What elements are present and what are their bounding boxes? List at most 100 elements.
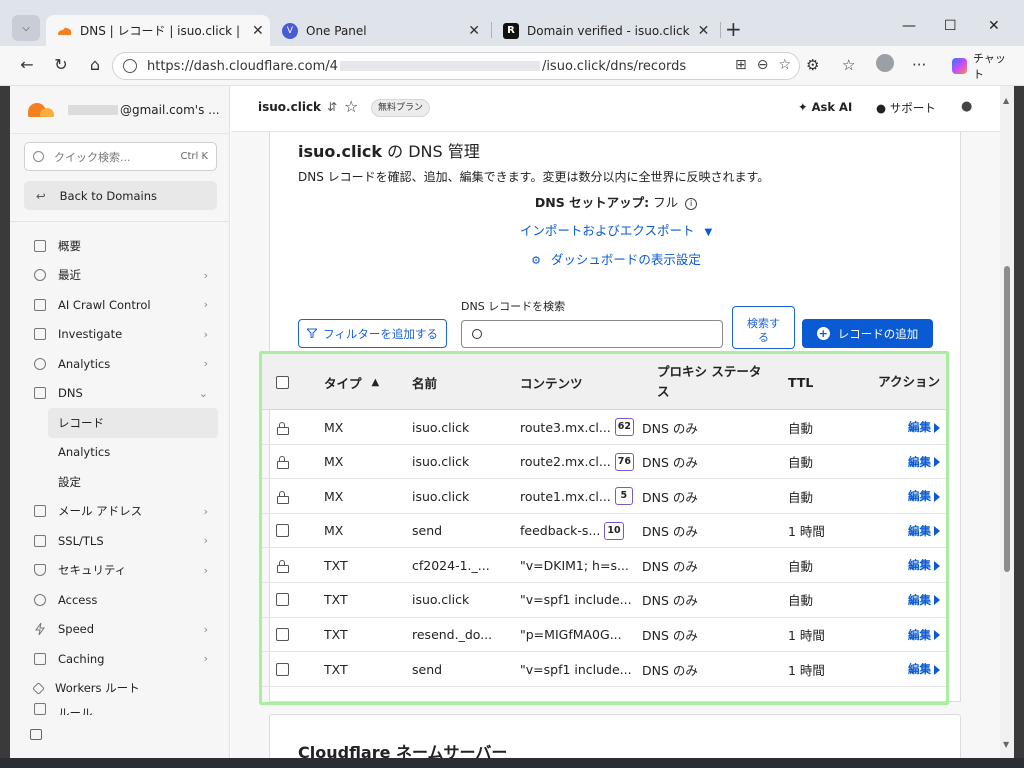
record-ttl: 自動	[788, 445, 813, 479]
search-button[interactable]: 検索する	[732, 306, 795, 349]
edit-record-link[interactable]: 編集	[908, 479, 940, 513]
table-row[interactable]: TXT isuo.click "v=spf1 include... DNS のみ 自動 編…	[262, 583, 946, 618]
dashboard-display-settings-link[interactable]: ⚙ ダッシュボードの表示設定	[270, 249, 962, 268]
refresh-icon[interactable]: ↻	[50, 55, 72, 74]
sidebar-item-email[interactable]: メール アドレス ›	[10, 497, 230, 527]
row-checkbox[interactable]	[276, 514, 289, 548]
column-name[interactable]: 名前	[412, 354, 437, 410]
dns-records-search-input[interactable]	[461, 320, 723, 348]
app-available-icon[interactable]: ⊞	[735, 57, 747, 73]
edit-record-link[interactable]: 編集	[908, 548, 940, 582]
info-icon[interactable]: i	[685, 197, 698, 210]
table-row[interactable]: TXT cf2024-1._... "v=DKIM1; h=s... DNS のみ 自動…	[262, 548, 946, 583]
sidebar-subitem-dns-analytics[interactable]: Analytics	[10, 438, 230, 468]
record-proxy-status: DNS のみ	[642, 548, 698, 582]
column-content[interactable]: コンテンツ	[520, 354, 583, 410]
page-scrollbar[interactable]: ▲ ▼	[1000, 86, 1014, 758]
more-options-icon[interactable]: ···	[912, 56, 926, 74]
sidebar-item-speed[interactable]: Speed ›	[10, 615, 230, 645]
edit-record-link[interactable]: 編集	[908, 652, 940, 686]
zoom-icon[interactable]: ⊖	[757, 57, 769, 73]
scrollbar-thumb[interactable]	[1004, 266, 1010, 572]
scroll-down-icon[interactable]: ▼	[1003, 740, 1009, 749]
record-content: "v=spf1 include...	[520, 583, 632, 617]
zone-selector[interactable]: isuo.click ⇵	[258, 100, 337, 114]
quick-search-shortcut: Ctrl K	[180, 151, 208, 162]
favorites-icon[interactable]: ☆	[842, 56, 855, 74]
sidebar-item-analytics[interactable]: Analytics ›	[10, 349, 230, 379]
sidebar-item-caching[interactable]: Caching ›	[10, 644, 230, 674]
record-type: TXT	[324, 618, 348, 652]
ask-ai-button[interactable]: ✦ Ask AI	[798, 100, 852, 114]
home-icon[interactable]: ⌂	[84, 55, 106, 74]
profile-avatar-icon[interactable]	[876, 54, 894, 78]
table-row[interactable]: MX isuo.click route2.mx.cl... 76 DNS のみ 自動 編集	[262, 445, 946, 480]
add-filter-label: フィルターを追加する	[323, 326, 438, 341]
sidebar-item-ssl-tls[interactable]: SSL/TLS ›	[10, 526, 230, 556]
edit-record-link[interactable]: 編集	[908, 618, 940, 652]
account-switcher[interactable]: @gmail.com's ...	[10, 86, 229, 134]
table-row[interactable]: TXT send "v=spf1 include... DNS のみ 1 時間 編集	[262, 652, 946, 687]
table-row[interactable]: MX isuo.click route1.mx.cl... 5 DNS のみ 自動 編集	[262, 479, 946, 514]
site-info-icon[interactable]	[123, 59, 137, 73]
extensions-icon[interactable]: ⚙	[806, 56, 819, 74]
favorite-star-icon[interactable]: ☆	[778, 57, 791, 73]
record-lock	[277, 445, 289, 479]
plus-circle-icon: +	[816, 327, 830, 340]
sidebar-item-security[interactable]: セキュリティ ›	[10, 556, 230, 586]
browser-tab-dns[interactable]: DNS | レコード | isuo.click | ✕	[46, 15, 270, 46]
close-tab-icon[interactable]: ✕	[244, 23, 264, 39]
edit-record-link[interactable]: 編集	[908, 445, 940, 479]
sidebar-item-investigate[interactable]: Investigate ›	[10, 320, 230, 350]
edit-record-link[interactable]: 編集	[908, 514, 940, 548]
column-proxy-status[interactable]: プロキシ ステータス	[657, 354, 767, 410]
select-all-checkbox[interactable]	[276, 354, 289, 410]
import-export-link[interactable]: インポートおよびエクスポート ▼	[270, 220, 962, 239]
close-window-button[interactable]: ✕	[988, 18, 1000, 34]
maximize-window-button[interactable]: ☐	[944, 18, 957, 34]
tab-actions-menu-button[interactable]: ⌵	[12, 15, 40, 41]
column-label: アクション	[878, 374, 940, 389]
support-button[interactable]: ● サポート	[876, 100, 936, 116]
sidebar-item-label: 設定	[58, 474, 81, 489]
address-bar[interactable]: https://dash.cloudflare.com/4 /isuo.clic…	[112, 52, 800, 80]
table-row[interactable]: TXT resend._do... "p=MIGfMA0G... DNS のみ 1 時間…	[262, 618, 946, 653]
add-record-button[interactable]: + レコードの追加	[802, 319, 933, 348]
close-tab-icon[interactable]: ✕	[690, 23, 710, 39]
minimize-window-button[interactable]: —	[902, 18, 916, 34]
table-row[interactable]: MX send feedback-s... 10 DNS のみ 1 時間 編集	[262, 514, 946, 549]
sidebar-item-ai-crawl-control[interactable]: AI Crawl Control ›	[10, 290, 230, 320]
back-to-domains-button[interactable]: ↩ Back to Domains	[24, 181, 217, 210]
table-row[interactable]: MX isuo.click route3.mx.cl... 62 DNS のみ 自動 編集	[262, 410, 946, 445]
new-tab-button[interactable]: +	[725, 17, 742, 41]
collapse-sidebar-icon[interactable]	[30, 729, 42, 740]
sidebar-item-dns[interactable]: DNS ⌄	[10, 379, 230, 409]
sidebar-item-overview[interactable]: 概要	[10, 231, 230, 261]
copilot-chat-button[interactable]: チャット	[942, 52, 1024, 81]
one-panel-favicon-icon: V	[282, 22, 298, 39]
user-menu-icon[interactable]: ●	[961, 99, 972, 114]
sidebar-item-access[interactable]: Access	[10, 585, 230, 615]
sidebar-subitem-dns-settings[interactable]: 設定	[10, 467, 230, 497]
sidebar-item-workers-routes[interactable]: Workers ルート	[10, 674, 230, 704]
edit-record-link[interactable]: 編集	[908, 410, 940, 444]
edit-record-link[interactable]: 編集	[908, 583, 940, 617]
sidebar-item-recent[interactable]: 最近 ›	[10, 261, 230, 291]
add-filter-button[interactable]: フィルターを追加する	[298, 319, 447, 348]
sidebar-item-rules[interactable]: ルール	[10, 703, 230, 715]
record-content-value: feedback-s...	[520, 523, 601, 539]
scroll-up-icon[interactable]: ▲	[1003, 96, 1009, 105]
back-arrow-icon[interactable]: ←	[16, 55, 38, 74]
star-icon[interactable]: ☆	[344, 97, 358, 116]
row-checkbox[interactable]	[276, 618, 289, 652]
quick-search-input[interactable]: クイック検索... Ctrl K	[24, 142, 217, 171]
close-tab-icon[interactable]: ✕	[460, 23, 480, 39]
column-type[interactable]: タイプ ▲	[324, 354, 379, 410]
sidebar-subitem-records[interactable]: レコード	[48, 408, 218, 438]
browser-tab-one-panel[interactable]: V One Panel ✕	[272, 15, 490, 46]
row-checkbox[interactable]	[276, 583, 289, 617]
row-checkbox[interactable]	[276, 652, 289, 686]
sidebar-item-label: Speed	[58, 622, 95, 637]
column-ttl[interactable]: TTL	[788, 354, 813, 410]
browser-tab-domain-verified[interactable]: R Domain verified - isuo.click ✕	[493, 15, 719, 46]
